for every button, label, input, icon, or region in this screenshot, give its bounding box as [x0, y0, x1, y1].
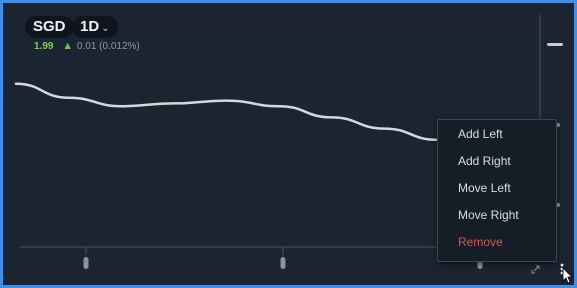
time-axis-handle[interactable]	[280, 257, 286, 269]
price-axis-handle[interactable]	[547, 43, 563, 46]
context-menu: Add Left Add Right Move Left Move Right …	[437, 119, 557, 262]
cursor-icon	[562, 267, 573, 284]
time-axis-handle[interactable]	[83, 257, 89, 269]
menu-item-move-right[interactable]: Move Right	[458, 205, 519, 225]
menu-item-move-left[interactable]: Move Left	[458, 178, 511, 198]
expand-icon[interactable]	[531, 265, 540, 274]
menu-item-remove[interactable]: Remove	[458, 232, 503, 252]
menu-item-add-right[interactable]: Add Right	[458, 151, 511, 171]
menu-item-add-left[interactable]: Add Left	[458, 124, 503, 144]
price-line	[14, 82, 439, 142]
